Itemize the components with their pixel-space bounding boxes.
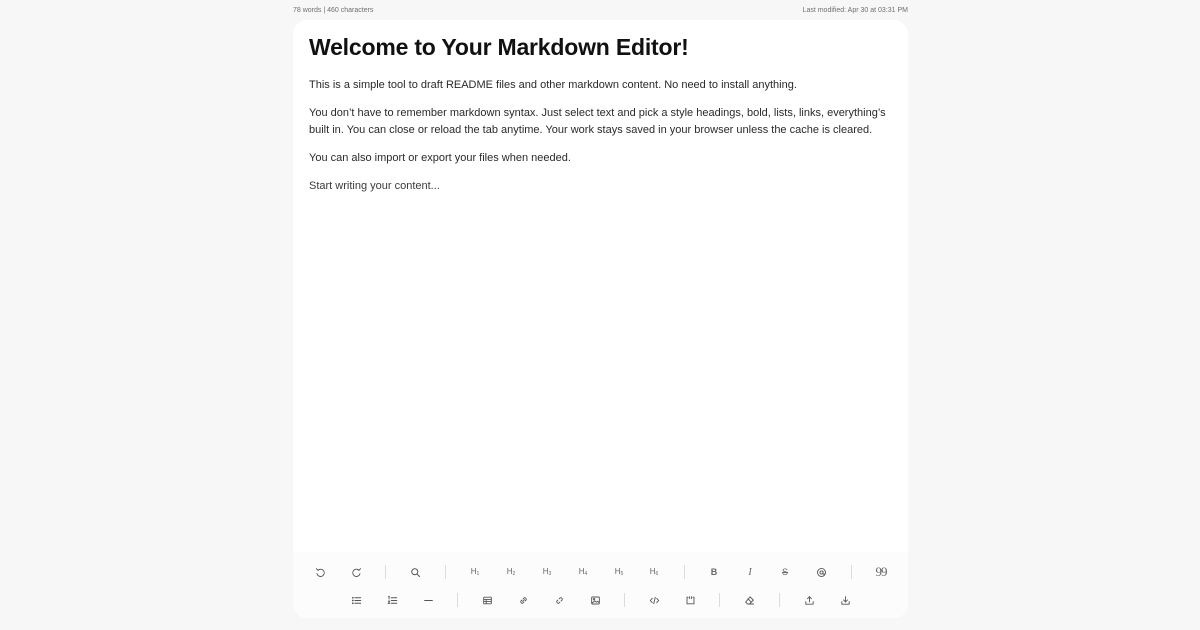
heading-3-label: H3	[542, 566, 552, 577]
code-icon	[649, 596, 659, 604]
editor-card: Welcome to Your Markdown Editor! This is…	[293, 20, 908, 618]
table-button[interactable]	[478, 592, 496, 608]
image-button[interactable]	[586, 592, 604, 608]
toolbar-divider	[457, 593, 458, 607]
formatting-toolbar: H1 H2 H3 H4 H5 H6 B I S 99	[293, 552, 908, 618]
toolbar-divider	[851, 565, 852, 579]
search-icon	[410, 567, 420, 577]
bold-button[interactable]: B	[705, 564, 723, 580]
word-character-count: 78 words | 460 characters	[293, 6, 374, 14]
redo-icon	[351, 567, 361, 577]
paragraph-start-writing[interactable]: Start writing your content...	[309, 178, 892, 195]
toolbar-divider	[385, 565, 386, 579]
mention-button[interactable]	[812, 564, 830, 580]
numbered-list-icon	[386, 595, 397, 604]
paragraph-import-export[interactable]: You can also import or export your files…	[309, 150, 892, 167]
toolbar-row-1: H1 H2 H3 H4 H5 H6 B I S 99	[293, 564, 908, 580]
heading-1-button[interactable]: H1	[466, 564, 484, 580]
blockquote-button[interactable]: 99	[872, 564, 890, 580]
image-icon	[590, 596, 600, 604]
strikethrough-button[interactable]: S	[776, 564, 794, 580]
toolbar-divider	[624, 593, 625, 607]
heading-2-button[interactable]: H2	[502, 564, 520, 580]
heading-3-button[interactable]: H3	[538, 564, 556, 580]
toolbar-divider	[684, 565, 685, 579]
italic-button[interactable]: I	[741, 564, 759, 580]
bullet-list-icon	[351, 596, 361, 604]
heading-4-button[interactable]: H4	[574, 564, 592, 580]
paragraph-syntax[interactable]: You don’t have to remember markdown synt…	[309, 105, 892, 139]
editor-page: 78 words | 460 characters Last modified:…	[293, 0, 908, 618]
toolbar-divider	[719, 593, 720, 607]
strikethrough-icon: S	[781, 567, 788, 577]
heading-2-label: H2	[506, 566, 516, 577]
paragraph-intro[interactable]: This is a simple tool to draft README fi…	[309, 77, 892, 94]
toolbar-row-2	[293, 592, 908, 608]
redo-button[interactable]	[347, 564, 365, 580]
document-heading[interactable]: Welcome to Your Markdown Editor!	[309, 34, 892, 61]
unlink-icon	[555, 596, 563, 604]
status-bar: 78 words | 460 characters Last modified:…	[293, 0, 908, 20]
export-button[interactable]	[800, 592, 818, 608]
horizontal-rule-icon	[423, 599, 433, 601]
quote-icon: 99	[875, 564, 888, 579]
toolbar-divider	[779, 593, 780, 607]
code-block-icon	[686, 595, 694, 604]
link-icon	[519, 596, 527, 604]
import-icon	[840, 595, 850, 605]
toolbar-divider	[445, 565, 446, 579]
link-button[interactable]	[514, 592, 532, 608]
at-sign-icon	[816, 567, 826, 577]
clear-formatting-button[interactable]	[740, 592, 758, 608]
heading-6-label: H6	[649, 566, 659, 577]
heading-5-button[interactable]: H5	[610, 564, 628, 580]
export-icon	[804, 595, 814, 605]
heading-5-label: H5	[614, 566, 624, 577]
numbered-list-button[interactable]	[383, 592, 401, 608]
eraser-icon	[744, 595, 754, 604]
editor-content[interactable]: Welcome to Your Markdown Editor! This is…	[309, 34, 892, 206]
horizontal-rule-button[interactable]	[419, 592, 437, 608]
heading-4-label: H4	[578, 566, 588, 577]
inline-code-button[interactable]	[645, 592, 663, 608]
unlink-button[interactable]	[550, 592, 568, 608]
import-button[interactable]	[836, 592, 854, 608]
search-button[interactable]	[406, 564, 424, 580]
undo-button[interactable]	[311, 564, 329, 580]
heading-6-button[interactable]: H6	[645, 564, 663, 580]
heading-1-label: H1	[470, 566, 480, 577]
bold-icon: B	[710, 567, 718, 577]
last-modified-text: Last modified: Apr 30 at 03:31 PM	[802, 6, 908, 14]
table-icon	[482, 596, 492, 604]
code-block-button[interactable]	[681, 592, 699, 608]
undo-icon	[315, 567, 325, 577]
bullet-list-button[interactable]	[347, 592, 365, 608]
italic-icon: I	[748, 566, 752, 578]
